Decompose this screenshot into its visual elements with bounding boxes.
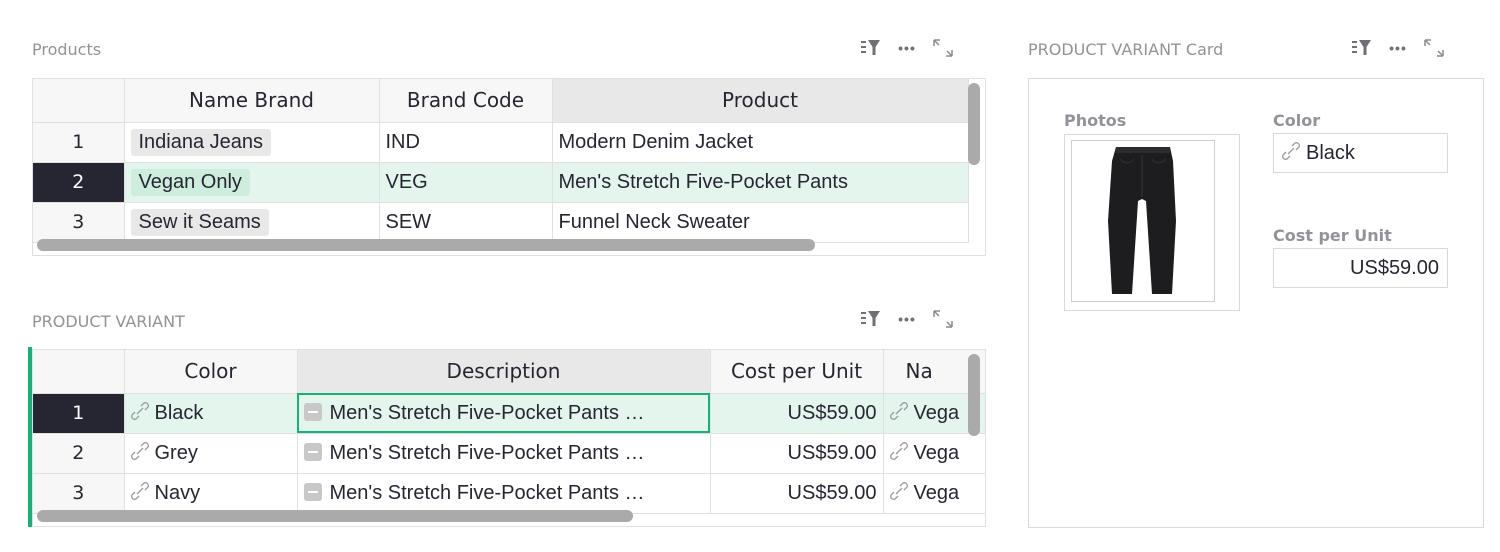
vertical-scrollbar[interactable] xyxy=(968,83,980,165)
link-icon xyxy=(889,442,908,461)
products-grid[interactable]: Name Brand Brand Code Product 1 Indiana … xyxy=(32,78,986,256)
color-value: Black xyxy=(154,401,204,424)
table-row[interactable]: 3 Sew it Seams SEW Funnel Neck Sweater xyxy=(33,202,969,243)
color-value: Grey xyxy=(154,441,198,464)
link-icon xyxy=(889,402,908,421)
description-value: Men's Stretch Five-Pocket Pants … xyxy=(329,481,645,504)
cost-cell[interactable]: US$59.00 xyxy=(710,473,884,514)
color-label: Color xyxy=(1273,111,1321,130)
name-brand-cell[interactable]: Indiana Jeans xyxy=(124,122,380,163)
sort-filter-icon[interactable] xyxy=(853,307,889,331)
name-value: Vega xyxy=(913,401,960,424)
vertical-scrollbar[interactable] xyxy=(968,354,980,436)
link-icon xyxy=(130,482,149,501)
row-number[interactable]: 3 xyxy=(33,473,125,514)
variant-section-title: PRODUCT VARIANT xyxy=(32,312,185,331)
name-value: Vega xyxy=(913,481,960,504)
row-number[interactable]: 2 xyxy=(33,162,125,203)
color-cell[interactable]: Grey xyxy=(124,433,298,474)
row-number-header xyxy=(33,79,125,123)
horizontal-scrollbar[interactable] xyxy=(37,510,633,522)
variant-section-toolbar: ••• xyxy=(853,307,961,331)
horizontal-scrollbar[interactable] xyxy=(37,239,815,251)
name-value: Vega xyxy=(913,441,960,464)
table-row[interactable]: 1 Black Men's Stretch Five-Pocket Pants … xyxy=(33,393,985,434)
product-cell[interactable]: Funnel Neck Sweater xyxy=(552,202,969,243)
product-variant-card: Photos Color Black Cost per Unit US$59.0… xyxy=(1028,78,1484,528)
column-header-description[interactable]: Description xyxy=(297,350,711,394)
color-cell[interactable]: Black xyxy=(124,393,298,434)
row-number[interactable]: 1 xyxy=(33,122,125,163)
column-header-name-brand[interactable]: Name Brand xyxy=(124,79,380,123)
description-value: Men's Stretch Five-Pocket Pants … xyxy=(329,401,645,424)
text-field-icon xyxy=(303,482,322,501)
reference-chip: Indiana Jeans xyxy=(130,128,272,156)
text-field-icon xyxy=(303,402,322,421)
photos-label: Photos xyxy=(1064,111,1127,130)
description-cell[interactable]: Men's Stretch Five-Pocket Pants … xyxy=(297,433,711,474)
product-photo[interactable] xyxy=(1071,140,1215,302)
sort-filter-icon[interactable] xyxy=(853,36,889,60)
row-number-header xyxy=(33,350,125,394)
more-options-icon[interactable]: ••• xyxy=(889,307,925,331)
brand-code-cell[interactable]: IND xyxy=(379,122,553,163)
cost-per-unit-field[interactable]: US$59.00 xyxy=(1273,248,1448,288)
more-options-icon[interactable]: ••• xyxy=(1380,36,1416,60)
description-value: Men's Stretch Five-Pocket Pants … xyxy=(329,441,645,464)
description-cell[interactable]: Men's Stretch Five-Pocket Pants … xyxy=(297,393,711,434)
product-cell[interactable]: Men's Stretch Five-Pocket Pants xyxy=(552,162,969,203)
expand-icon[interactable] xyxy=(925,307,961,331)
name-brand-cell[interactable]: Sew it Seams xyxy=(124,202,380,243)
color-cell[interactable]: Navy xyxy=(124,473,298,514)
text-field-icon xyxy=(303,442,322,461)
photos-field[interactable] xyxy=(1064,134,1240,311)
expand-icon[interactable] xyxy=(1416,36,1452,60)
table-row[interactable]: 1 Indiana Jeans IND Modern Denim Jacket xyxy=(33,122,969,163)
color-field-value: Black xyxy=(1306,141,1355,164)
card-section-toolbar: ••• xyxy=(1344,36,1452,60)
link-icon xyxy=(1282,142,1300,160)
brand-code-cell[interactable]: VEG xyxy=(379,162,553,203)
description-cell[interactable]: Men's Stretch Five-Pocket Pants … xyxy=(297,473,711,514)
row-number[interactable]: 3 xyxy=(33,202,125,243)
column-header-product[interactable]: Product xyxy=(552,79,969,123)
name-brand-cell[interactable]: Vegan Only xyxy=(124,162,380,203)
column-header-cost-per-unit[interactable]: Cost per Unit xyxy=(710,350,884,394)
cost-per-unit-label: Cost per Unit xyxy=(1273,226,1392,245)
column-header-color[interactable]: Color xyxy=(124,350,298,394)
link-icon xyxy=(130,402,149,421)
more-options-icon[interactable]: ••• xyxy=(889,36,925,60)
product-variant-grid[interactable]: Color Description Cost per Unit Na 1 Bla… xyxy=(32,349,986,527)
color-value: Navy xyxy=(154,481,201,504)
link-icon xyxy=(130,442,149,461)
row-number[interactable]: 2 xyxy=(33,433,125,474)
products-section-toolbar: ••• xyxy=(853,36,961,60)
card-section-title: PRODUCT VARIANT Card xyxy=(1028,40,1224,59)
pants-image xyxy=(1108,147,1176,294)
expand-icon[interactable] xyxy=(925,36,961,60)
cost-cell[interactable]: US$59.00 xyxy=(710,433,884,474)
color-field[interactable]: Black xyxy=(1273,133,1448,173)
row-number[interactable]: 1 xyxy=(33,393,125,434)
column-header-brand-code[interactable]: Brand Code xyxy=(379,79,553,123)
reference-chip: Vegan Only xyxy=(130,168,250,196)
reference-chip: Sew it Seams xyxy=(130,208,269,236)
cost-cell[interactable]: US$59.00 xyxy=(710,393,884,434)
sort-filter-icon[interactable] xyxy=(1344,36,1380,60)
table-row[interactable]: 3 Navy Men's Stretch Five-Pocket Pants …… xyxy=(33,473,985,514)
table-row[interactable]: 2 Vegan Only VEG Men's Stretch Five-Pock… xyxy=(33,162,969,203)
products-section-title: Products xyxy=(32,40,102,59)
link-icon xyxy=(889,482,908,501)
brand-code-cell[interactable]: SEW xyxy=(379,202,553,243)
table-row[interactable]: 2 Grey Men's Stretch Five-Pocket Pants …… xyxy=(33,433,985,474)
product-cell[interactable]: Modern Denim Jacket xyxy=(552,122,969,163)
name-cell[interactable]: Vega xyxy=(883,433,985,474)
name-cell[interactable]: Vega xyxy=(883,473,985,514)
